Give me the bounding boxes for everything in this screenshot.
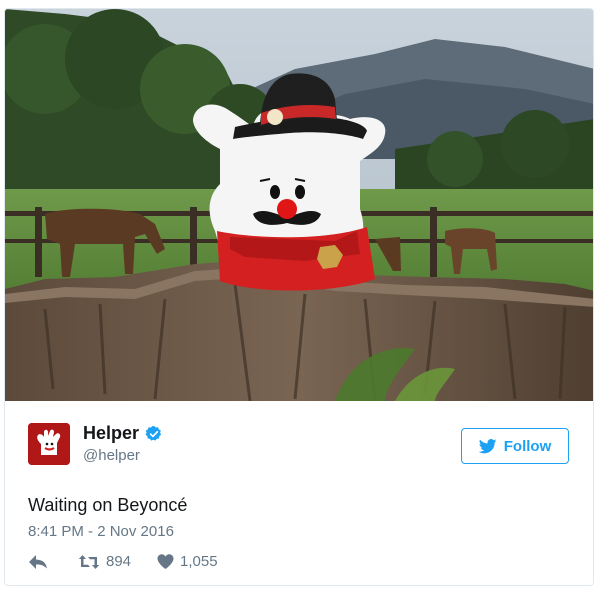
heart-icon xyxy=(157,554,174,569)
avatar[interactable] xyxy=(28,423,70,465)
retweet-button[interactable]: 894 xyxy=(78,553,131,570)
helper-glove-logo xyxy=(28,423,70,465)
like-button[interactable]: 1,055 xyxy=(157,553,218,570)
tweet-photo[interactable] xyxy=(5,9,594,401)
tweet-body: Helper @helper Follow Waiting on Beyoncé… xyxy=(5,401,593,585)
user-name-row: Helper xyxy=(83,423,163,444)
follow-button[interactable]: Follow xyxy=(461,428,569,464)
user-handle[interactable]: @helper xyxy=(83,447,140,464)
user-name[interactable]: Helper xyxy=(83,423,139,444)
tweet-actions: 894 1,055 xyxy=(28,553,218,570)
retweet-icon xyxy=(78,554,100,569)
follow-label: Follow xyxy=(503,437,552,455)
like-count: 1,055 xyxy=(180,553,218,570)
reply-button[interactable] xyxy=(28,554,48,570)
twitter-bird-icon xyxy=(478,438,497,453)
reply-icon xyxy=(29,554,47,569)
verified-badge-icon xyxy=(145,425,162,441)
tweet-timestamp[interactable]: 8:41 PM - 2 Nov 2016 xyxy=(28,523,174,540)
tweet-card: Helper @helper Follow Waiting on Beyoncé… xyxy=(4,8,594,586)
retweet-count: 894 xyxy=(106,553,132,570)
tweet-text: Waiting on Beyoncé xyxy=(28,495,188,515)
